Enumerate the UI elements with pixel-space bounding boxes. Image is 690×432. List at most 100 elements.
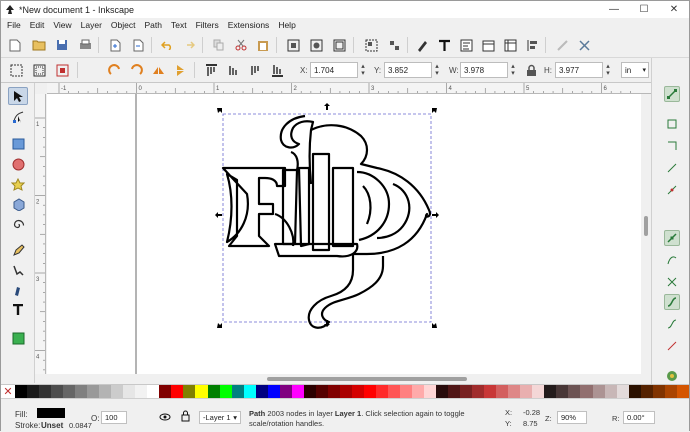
- fill-swatch[interactable]: [37, 408, 65, 418]
- palette-swatch[interactable]: [159, 385, 172, 398]
- horizontal-ruler[interactable]: -1 0 1 2 3 4 5 6: [47, 83, 651, 94]
- group-icon[interactable]: [363, 37, 379, 53]
- lock-ratio-icon[interactable]: [523, 62, 539, 78]
- preferences-icon[interactable]: [554, 37, 570, 53]
- x-spinner[interactable]: ▴ ▾: [358, 62, 368, 78]
- palette-swatch[interactable]: [448, 385, 461, 398]
- snap-smooth-nodes-icon[interactable]: [664, 316, 680, 332]
- height-field[interactable]: 3.977: [555, 62, 603, 78]
- palette-swatch[interactable]: [339, 385, 352, 398]
- no-paint-swatch-icon[interactable]: ✕: [1, 385, 15, 398]
- opacity-field[interactable]: 100: [101, 411, 127, 424]
- palette-swatch[interactable]: [616, 385, 629, 398]
- palette-swatch[interactable]: [351, 385, 364, 398]
- align-distribute-icon[interactable]: [524, 37, 540, 53]
- spray-tool-icon[interactable]: [8, 329, 28, 347]
- snap-bbox-corners-icon[interactable]: [664, 160, 680, 176]
- menu-file[interactable]: File: [7, 20, 21, 30]
- drawing-canvas[interactable]: [47, 94, 641, 374]
- zoom-field[interactable]: 90%: [557, 411, 587, 424]
- palette-swatch[interactable]: [664, 385, 677, 398]
- width-field[interactable]: 3.978: [460, 62, 508, 78]
- document-properties-icon[interactable]: [576, 37, 592, 53]
- vertical-scroll-thumb[interactable]: [644, 216, 648, 236]
- palette-swatch[interactable]: [207, 385, 220, 398]
- menu-layer[interactable]: Layer: [81, 20, 102, 30]
- node-tool-icon[interactable]: [8, 107, 28, 125]
- menu-help[interactable]: Help: [278, 20, 295, 30]
- horizontal-scrollbar[interactable]: [47, 374, 641, 383]
- palette-swatch[interactable]: [123, 385, 136, 398]
- palette-swatch[interactable]: [279, 385, 292, 398]
- star-tool-icon[interactable]: [8, 175, 28, 193]
- flip-horizontal-icon[interactable]: [150, 62, 166, 78]
- palette-swatch[interactable]: [267, 385, 280, 398]
- snap-nodes-icon[interactable]: [664, 230, 680, 246]
- zoom-page-icon[interactable]: [331, 37, 347, 53]
- palette-swatch[interactable]: [496, 385, 509, 398]
- palette-swatch[interactable]: [387, 385, 400, 398]
- resize-handle-sw[interactable]: [217, 323, 222, 328]
- palette-swatch[interactable]: [195, 385, 208, 398]
- pencil-tool-icon[interactable]: [8, 241, 28, 259]
- palette-swatch[interactable]: [676, 385, 689, 398]
- unit-select[interactable]: in ▾: [621, 62, 649, 78]
- cut-icon[interactable]: [233, 37, 249, 53]
- resize-handle-e[interactable]: [432, 212, 439, 218]
- raise-icon[interactable]: [225, 62, 241, 78]
- palette-swatch[interactable]: [111, 385, 124, 398]
- rotate-cw-icon[interactable]: [128, 62, 144, 78]
- rotation-field[interactable]: 0.00°: [623, 411, 655, 424]
- palette-swatch[interactable]: [436, 385, 449, 398]
- snap-bbox-edges-icon[interactable]: [664, 138, 680, 154]
- width-spinner[interactable]: ▴ ▾: [508, 62, 518, 78]
- lower-to-bottom-icon[interactable]: [269, 62, 285, 78]
- palette-swatch[interactable]: [303, 385, 316, 398]
- palette-swatch[interactable]: [412, 385, 425, 398]
- resize-handle-n[interactable]: [324, 103, 330, 110]
- export-icon[interactable]: [130, 37, 146, 53]
- palette-swatch[interactable]: [291, 385, 304, 398]
- y-spinner[interactable]: ▴ ▾: [432, 62, 442, 78]
- menu-text[interactable]: Text: [171, 20, 187, 30]
- ungroup-icon[interactable]: [386, 37, 402, 53]
- palette-swatch[interactable]: [520, 385, 533, 398]
- palette-swatch[interactable]: [183, 385, 196, 398]
- x-field[interactable]: 1.704: [310, 62, 358, 78]
- minimize-button[interactable]: —: [599, 1, 629, 18]
- palette-swatch[interactable]: [171, 385, 184, 398]
- palette-swatch[interactable]: [568, 385, 581, 398]
- resize-handle-ne[interactable]: [432, 108, 437, 113]
- rectangle-tool-icon[interactable]: [8, 135, 28, 153]
- palette-swatch[interactable]: [472, 385, 485, 398]
- resize-handle-se[interactable]: [432, 323, 437, 328]
- palette-swatch[interactable]: [147, 385, 160, 398]
- flip-vertical-icon[interactable]: [172, 62, 188, 78]
- undo-icon[interactable]: [159, 37, 175, 53]
- resize-handle-nw[interactable]: [217, 108, 222, 113]
- save-icon[interactable]: [54, 37, 70, 53]
- palette-swatch[interactable]: [628, 385, 641, 398]
- paste-icon[interactable]: [255, 37, 271, 53]
- palette-swatch[interactable]: [508, 385, 521, 398]
- select-all-icon[interactable]: [8, 62, 24, 78]
- ellipse-tool-icon[interactable]: [8, 155, 28, 173]
- resize-handle-w[interactable]: [215, 212, 222, 218]
- vertical-ruler[interactable]: 12345: [35, 94, 46, 374]
- calligraphy-tool-icon[interactable]: [8, 281, 28, 299]
- rotate-ccw-icon[interactable]: [106, 62, 122, 78]
- menu-view[interactable]: View: [53, 20, 71, 30]
- open-file-icon[interactable]: [31, 37, 47, 53]
- select-all-layers-icon[interactable]: [31, 62, 47, 78]
- palette-swatch[interactable]: [231, 385, 244, 398]
- lower-icon[interactable]: [247, 62, 263, 78]
- snap-toggle-icon[interactable]: [664, 86, 680, 102]
- palette-swatch[interactable]: [424, 385, 437, 398]
- pen-tool-icon[interactable]: [8, 261, 28, 279]
- palette-swatch[interactable]: [556, 385, 569, 398]
- menu-object[interactable]: Object: [111, 20, 136, 30]
- text-font-icon[interactable]: [436, 37, 452, 53]
- palette-swatch[interactable]: [255, 385, 268, 398]
- layer-select[interactable]: -Layer 1 ▾: [199, 411, 241, 424]
- height-spinner[interactable]: ▴ ▾: [603, 62, 613, 78]
